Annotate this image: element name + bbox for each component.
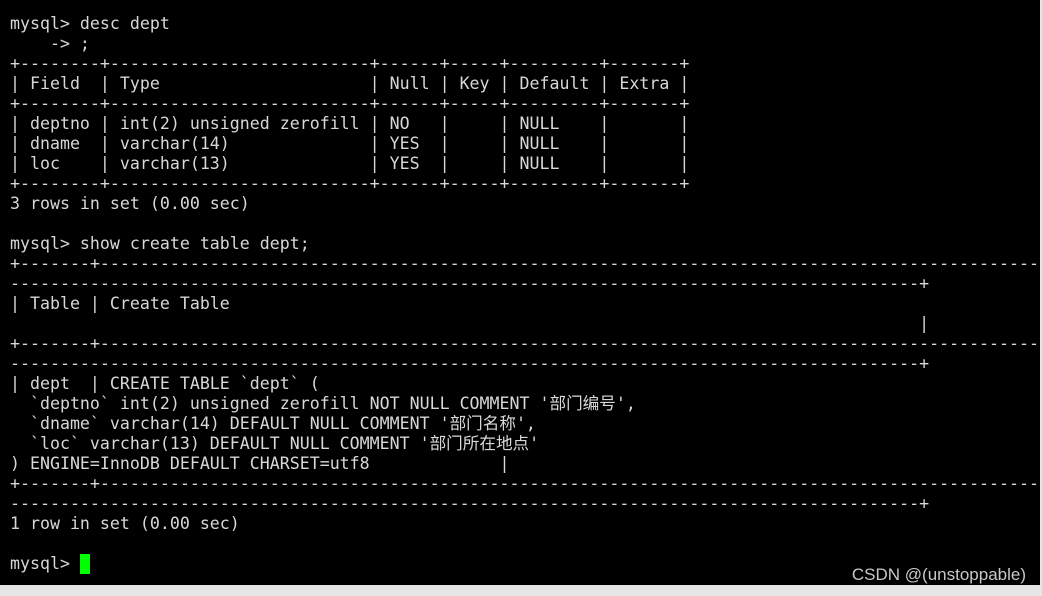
terminal-line: | loc | varchar(13) | YES | | NULL | | xyxy=(10,154,690,173)
terminal-line: | Table | Create Table xyxy=(10,294,230,313)
text-cursor xyxy=(80,554,90,574)
terminal-line: +-------+-------------------------------… xyxy=(10,254,1040,273)
terminal-line: ----------------------------------------… xyxy=(10,354,930,373)
terminal-line: 3 rows in set (0.00 sec) xyxy=(10,194,250,213)
terminal-line: `deptno` int(2) unsigned zerofill NOT NU… xyxy=(10,394,636,413)
terminal-line: ) ENGINE=InnoDB DEFAULT CHARSET=utf8 | xyxy=(10,454,510,473)
terminal-line: mysql> desc dept xyxy=(10,14,170,33)
terminal-line: ----------------------------------------… xyxy=(10,274,930,293)
terminal-line: | xyxy=(10,314,930,333)
terminal-line: ----------------------------------------… xyxy=(10,494,930,513)
terminal-line: +--------+--------------------------+---… xyxy=(10,54,690,73)
terminal-line: `loc` varchar(13) DEFAULT NULL COMMENT '… xyxy=(10,434,540,453)
terminal-window[interactable]: mysql> desc dept -> ; +--------+---------… xyxy=(0,0,1040,585)
terminal-line: | Field | Type | Null | Key | Default | … xyxy=(10,74,690,93)
terminal-line: mysql> show create table dept; xyxy=(10,234,310,253)
terminal-line: `dname` varchar(14) DEFAULT NULL COMMENT… xyxy=(10,414,536,433)
terminal-output: mysql> desc dept -> ; +--------+---------… xyxy=(10,14,1040,574)
terminal-line: +-------+-------------------------------… xyxy=(10,474,1040,493)
terminal-line: | dname | varchar(14) | YES | | NULL | | xyxy=(10,134,690,153)
terminal-line: -> ; xyxy=(10,34,90,53)
terminal-line: 1 row in set (0.00 sec) xyxy=(10,514,240,533)
terminal-line: +--------+--------------------------+---… xyxy=(10,174,690,193)
terminal-line: | dept | CREATE TABLE `dept` ( xyxy=(10,374,320,393)
terminal-line: | deptno | int(2) unsigned zerofill | NO… xyxy=(10,114,690,133)
terminal-line: +-------+-------------------------------… xyxy=(10,334,1040,353)
terminal-line: +--------+--------------------------+---… xyxy=(10,94,690,113)
watermark: CSDN @(unstoppable) xyxy=(851,565,1026,584)
